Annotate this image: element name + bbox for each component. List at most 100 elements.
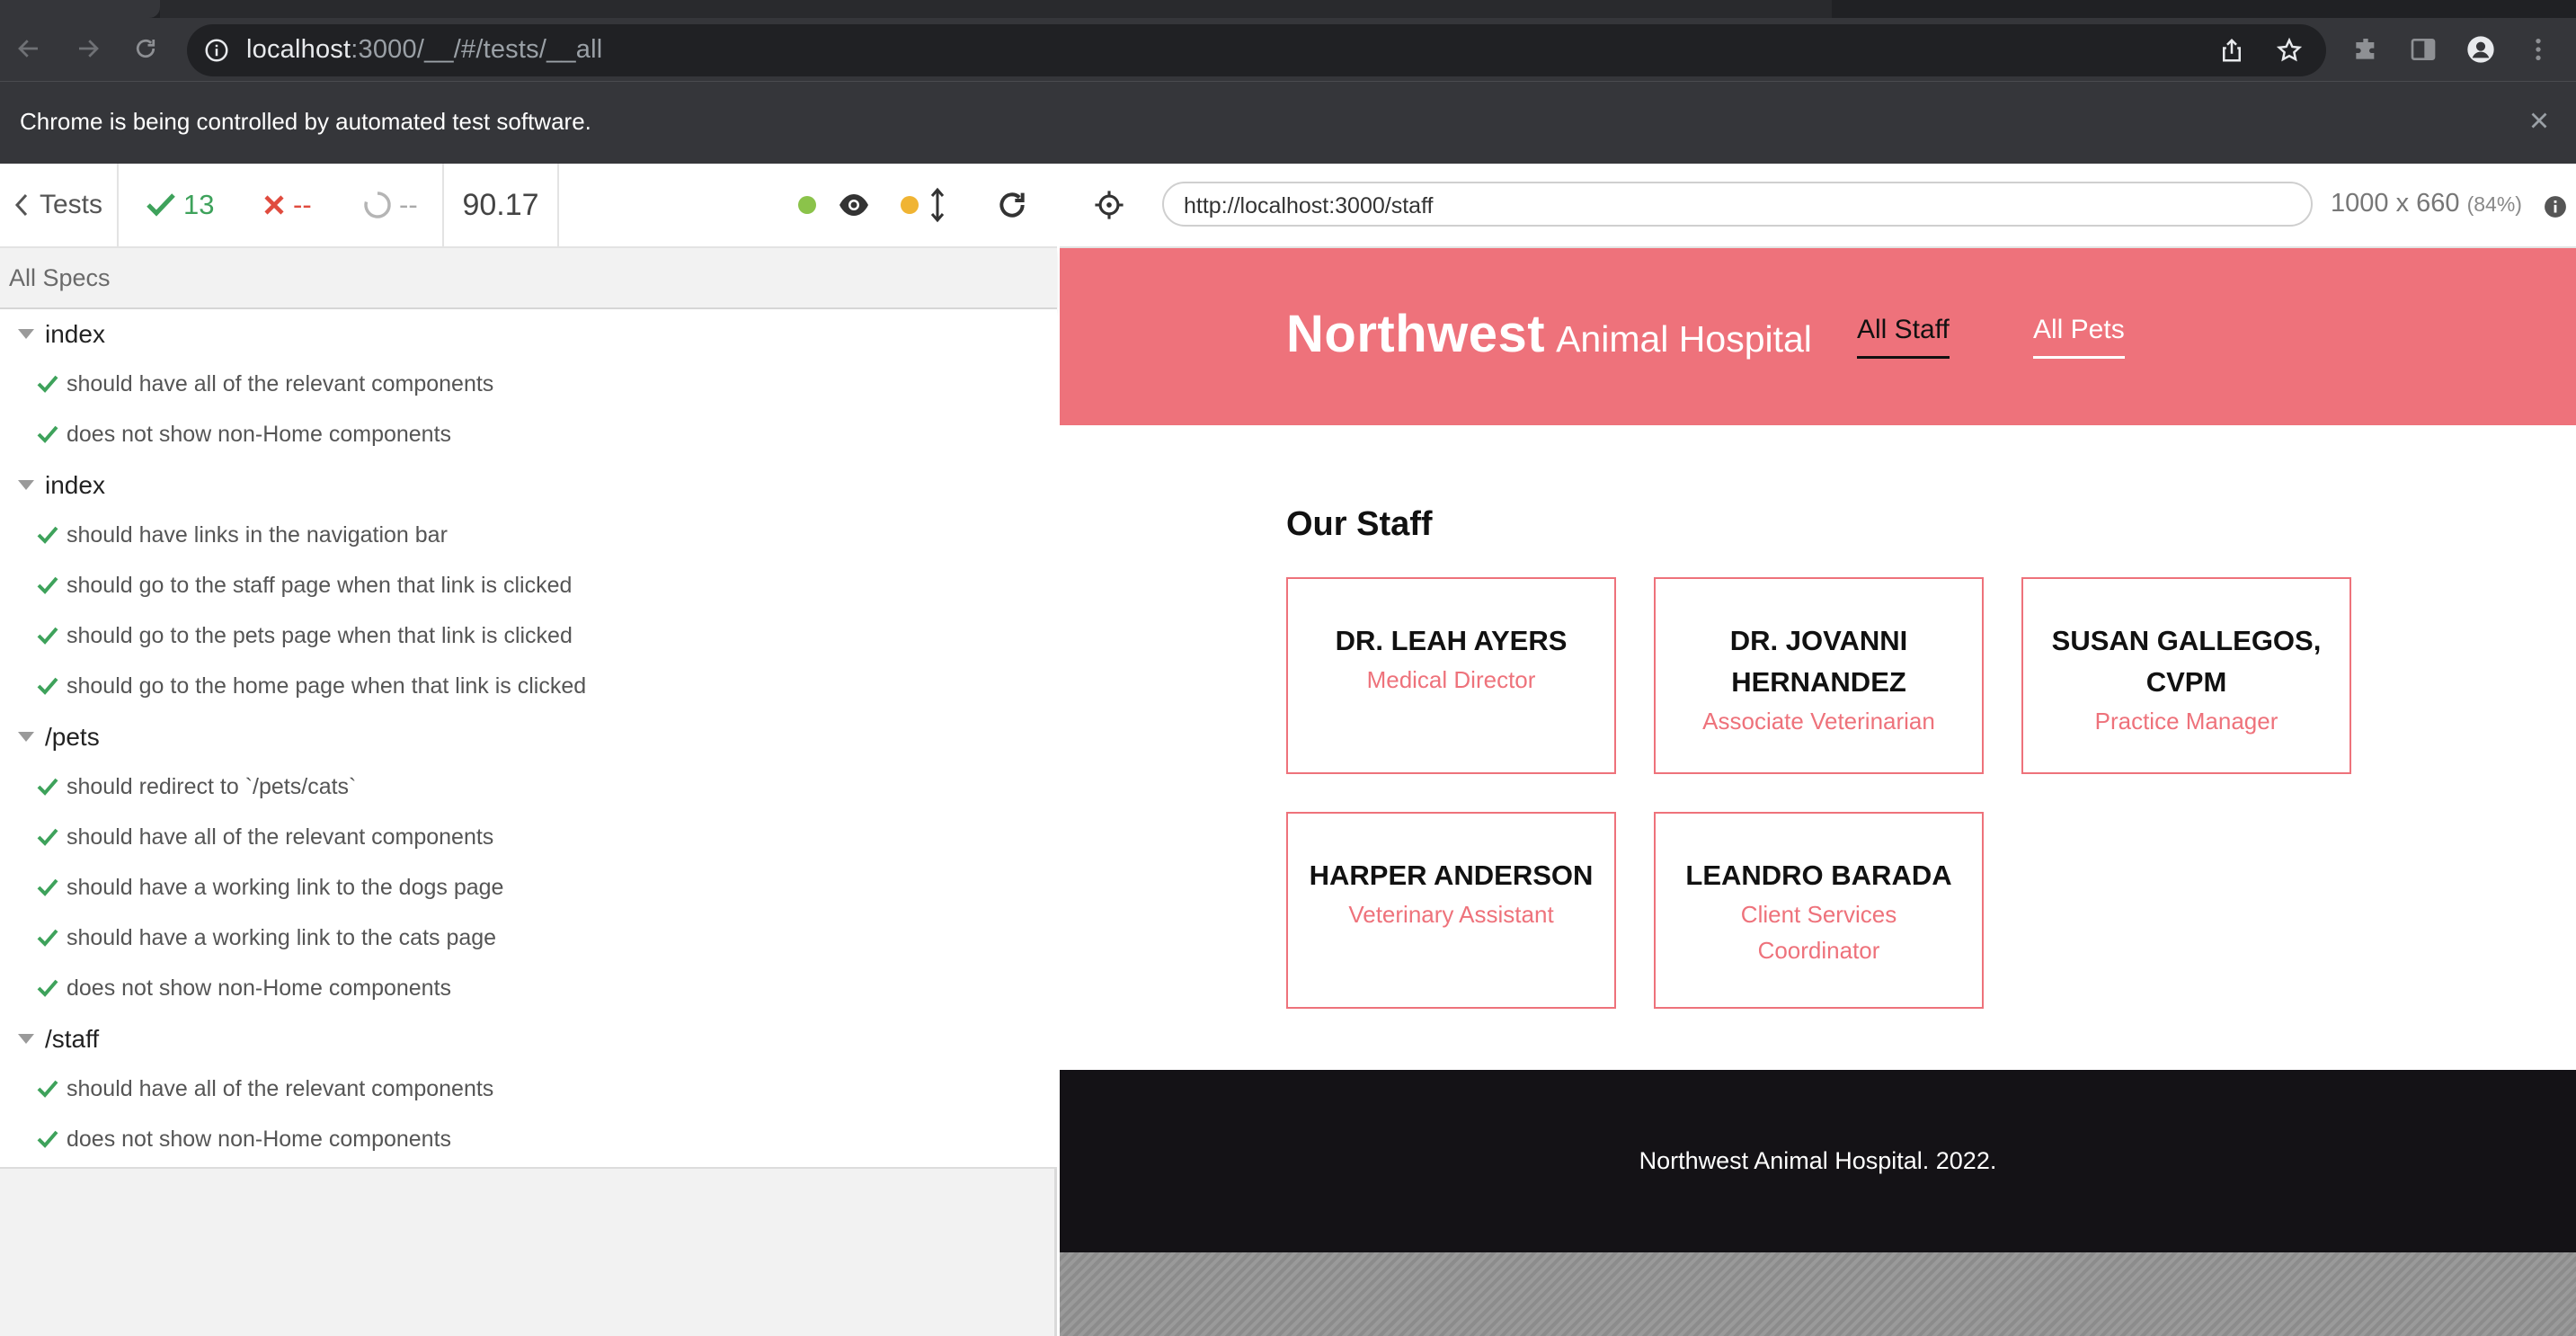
check-icon <box>37 929 58 947</box>
test-row[interactable]: should have all of the relevant componen… <box>0 360 1057 410</box>
address-bar[interactable]: localhost:3000/__/#/tests/__all <box>187 24 2326 76</box>
reload-icon <box>136 39 155 58</box>
all-specs-label: All Specs <box>9 264 111 291</box>
rerun-icon[interactable] <box>994 187 1030 223</box>
browser-chrome: localhost:3000/__/#/tests/__all Chrome i… <box>0 0 2576 164</box>
forward-button[interactable] <box>70 31 106 67</box>
test-row[interactable]: does not show non-Home components <box>0 1115 1057 1165</box>
tests-back-button[interactable]: Tests <box>0 164 119 246</box>
test-row[interactable]: should have all of the relevant componen… <box>0 1064 1057 1115</box>
page-title: Our Staff <box>1286 505 1433 543</box>
automation-infobar: Chrome is being controlled by automated … <box>0 81 2576 164</box>
check-icon <box>147 193 175 217</box>
site-header: Northwest Animal Hospital All Staff All P… <box>1060 248 2576 425</box>
test-row[interactable]: should go to the pets page when that lin… <box>0 611 1057 662</box>
info-icon[interactable] <box>2544 195 2567 218</box>
close-icon[interactable] <box>2526 107 2553 134</box>
x-fail-icon <box>264 195 284 215</box>
tab-strip <box>0 0 2576 18</box>
test-row[interactable]: should go to the staff page when that li… <box>0 561 1057 611</box>
app-url-field[interactable]: http://localhost:3000/staff <box>1162 182 2313 227</box>
suite-row[interactable]: /pets <box>0 712 1057 762</box>
share-icon[interactable] <box>2218 37 2245 64</box>
nav-link-all-staff[interactable]: All Staff <box>1857 315 1950 359</box>
profile-avatar-icon[interactable] <box>2466 35 2495 64</box>
test-title: should have all of the relevant componen… <box>67 824 494 850</box>
test-list: index should have all of the relevant co… <box>0 309 1057 1169</box>
test-row[interactable]: does not show non-Home components <box>0 410 1057 460</box>
back-arrow-icon <box>18 40 38 58</box>
tests-label: Tests <box>40 190 103 219</box>
staff-name: DR. LEAH AYERS <box>1335 625 1568 656</box>
site-brand[interactable]: Northwest Animal Hospital <box>1286 304 1812 364</box>
staff-role: Medical Director <box>1366 666 1536 693</box>
eye-icon[interactable] <box>838 187 870 223</box>
running-status-dot-icon <box>798 196 816 214</box>
test-row[interactable]: should go to the home page when that lin… <box>0 662 1057 712</box>
side-panel-icon[interactable] <box>2409 35 2438 64</box>
back-button[interactable] <box>11 31 47 67</box>
test-title: should have all of the relevant componen… <box>67 1076 494 1101</box>
test-reporter-panel: Tests 13 -- -- 90.17 All Specs index sho… <box>0 164 1057 1336</box>
staff-card: DR. JOVANNI HERNANDEZ Associate Veterina… <box>1654 577 1984 774</box>
check-icon <box>37 627 58 645</box>
staff-role: Veterinary Assistant <box>1348 901 1554 928</box>
app-preview-header: http://localhost:3000/staff 1000 x 660 (… <box>1060 164 2576 248</box>
check-icon <box>37 878 58 896</box>
staff-name: SUSAN GALLEGOS, CVPM <box>2051 625 2322 698</box>
auto-scroll-arrows-icon[interactable] <box>929 187 946 223</box>
check-icon <box>37 778 58 796</box>
browser-tab[interactable] <box>0 0 160 18</box>
test-title: should go to the pets page when that lin… <box>67 623 573 648</box>
caret-down-icon <box>18 1034 34 1044</box>
check-icon <box>37 576 58 594</box>
duration: 90.17 <box>444 164 559 246</box>
address-bar-url[interactable]: localhost:3000/__/#/tests/__all <box>246 35 602 65</box>
suite-row[interactable]: index <box>0 309 1057 360</box>
staff-role: Client Services Coordinator <box>1740 901 1897 964</box>
extensions-puzzle-icon[interactable] <box>2351 35 2380 64</box>
staff-card: LEANDRO BARADA Client Services Coordinat… <box>1654 812 1984 1009</box>
check-icon <box>37 677 58 695</box>
test-title: does not show non-Home components <box>67 1127 452 1152</box>
staff-name: DR. JOVANNI HERNANDEZ <box>1729 625 1908 698</box>
suite-row[interactable]: index <box>0 460 1057 511</box>
test-title: should have links in the navigation bar <box>67 522 448 548</box>
staff-card: DR. LEAH AYERS Medical Director <box>1286 577 1616 774</box>
check-icon <box>37 828 58 846</box>
caret-down-icon <box>18 480 34 490</box>
suite-row[interactable]: /staff <box>0 1014 1057 1064</box>
brand-name: Northwest <box>1286 305 1546 363</box>
suite-title: index <box>45 471 105 499</box>
suite-title: /staff <box>45 1025 100 1053</box>
reporter-header: Tests 13 -- -- 90.17 <box>0 164 1057 248</box>
test-row[interactable]: should redirect to `/pets/cats` <box>0 762 1057 813</box>
check-icon <box>37 526 58 544</box>
app-preview-panel: http://localhost:3000/staff 1000 x 660 (… <box>1060 164 2576 1336</box>
selector-playground-crosshair-icon[interactable] <box>1094 190 1124 220</box>
staff-role: Practice Manager <box>2094 708 2278 735</box>
check-icon <box>37 425 58 443</box>
nav-link-all-pets[interactable]: All Pets <box>2033 315 2125 359</box>
site-info-icon[interactable] <box>203 37 230 64</box>
site-footer: Northwest Animal Hospital. 2022. <box>1060 1070 2576 1252</box>
test-row[interactable]: should have a working link to the cats p… <box>0 913 1057 964</box>
tab-strip-background <box>160 0 1832 18</box>
all-specs-bar: All Specs <box>0 248 1057 309</box>
test-row[interactable]: should have a working link to the dogs p… <box>0 863 1057 913</box>
bookmark-star-icon[interactable] <box>2276 37 2303 64</box>
staff-card: SUSAN GALLEGOS, CVPM Practice Manager <box>2021 577 2351 774</box>
test-title: should go to the home page when that lin… <box>67 673 587 699</box>
brand-subtitle: Animal Hospital <box>1556 318 1812 360</box>
test-row[interactable]: should have links in the navigation bar <box>0 511 1057 561</box>
forward-arrow-icon <box>79 40 99 58</box>
test-row[interactable]: should have all of the relevant componen… <box>0 813 1057 863</box>
check-icon <box>37 1130 58 1148</box>
check-icon <box>37 1080 58 1098</box>
kebab-menu-icon[interactable] <box>2524 35 2553 64</box>
automation-message: Chrome is being controlled by automated … <box>20 108 591 135</box>
reload-button[interactable] <box>128 31 164 67</box>
pending-status-dot-icon <box>901 196 919 214</box>
test-row[interactable]: does not show non-Home components <box>0 964 1057 1014</box>
footer-text: Northwest Animal Hospital. 2022. <box>1639 1147 1997 1174</box>
